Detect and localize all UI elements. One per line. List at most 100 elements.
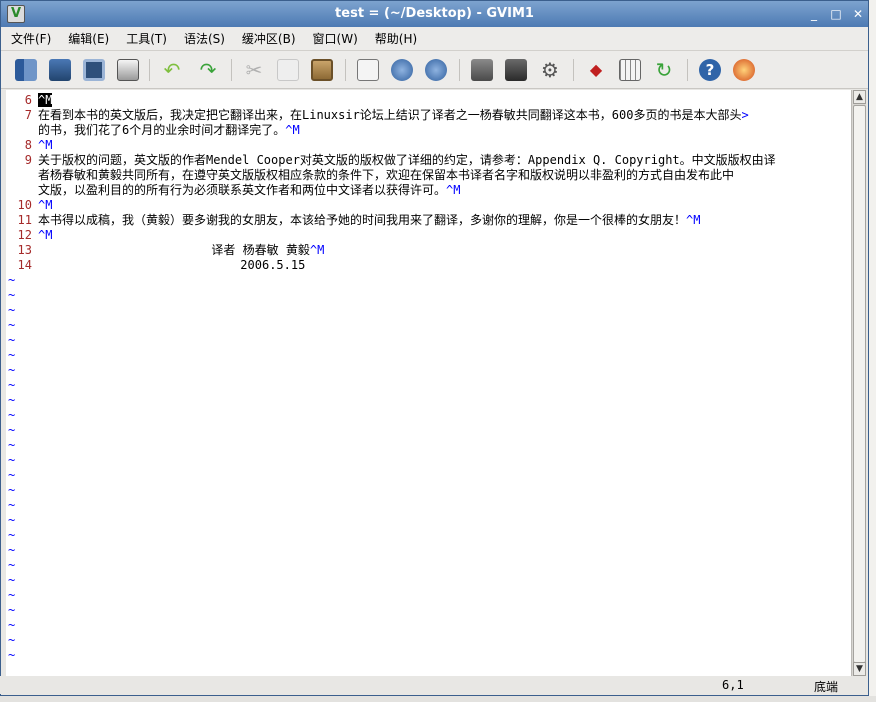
empty-line-tilde: ~: [8, 588, 16, 602]
editor-line[interactable]: 11 本书得以成稿，我（黄毅）要多谢我的女朋友，本该给予她的时间我用来了翻译，多谢…: [6, 213, 851, 228]
line-text: ^M: [38, 138, 52, 153]
control-char: ^M: [38, 198, 53, 212]
print-icon[interactable]: [117, 59, 139, 81]
line-text: 文版，以盈利目的的所有行为必须联系英文作者和两位中文译者以获得许可。^M: [38, 183, 460, 198]
empty-line-tilde: ~: [8, 468, 16, 482]
menu-edit[interactable]: 编辑(E): [68, 30, 109, 47]
empty-line-tilde: ~: [8, 423, 16, 437]
editor-line[interactable]: 6 ^M: [6, 93, 851, 108]
editor-line[interactable]: 10 ^M: [6, 198, 851, 213]
save-to-icon[interactable]: [49, 59, 71, 81]
open-icon[interactable]: [15, 59, 37, 81]
run-script-icon[interactable]: ⚙: [539, 59, 561, 81]
title-bar[interactable]: test = (~/Desktop) - GVIM1 _ □ ✕: [1, 1, 868, 27]
line-number: 7: [24, 108, 32, 122]
toolbar-separator: [149, 59, 150, 81]
line-text: 在看到本书的英文版后，我决定把它翻译出来，在Linuxsir论坛上结识了译者之一…: [38, 108, 749, 123]
line-text: 关于版权的问题，英文版的作者Mendel Cooper对英文版的版权做了详细的约…: [38, 153, 776, 168]
run-ctags-icon[interactable]: [619, 59, 641, 81]
save-icon[interactable]: [83, 59, 105, 81]
menu-file[interactable]: 文件(F): [11, 30, 51, 47]
line-text: ^M: [38, 198, 52, 213]
jump-tag-icon[interactable]: ↻: [653, 59, 675, 81]
scroll-thumb[interactable]: [853, 105, 866, 663]
menu-tools[interactable]: 工具(T): [126, 30, 167, 47]
save-session-icon[interactable]: [505, 59, 527, 81]
redo-icon[interactable]: ↷: [197, 59, 219, 81]
line-content: 的书，我们花了6个月的业余时间才翻译完了。: [38, 123, 286, 137]
line-content: 文版，以盈利目的的所有行为必须联系英文作者和两位中文译者以获得许可。: [38, 183, 447, 197]
find-next-icon[interactable]: [391, 59, 413, 81]
empty-line-tilde: ~: [8, 558, 16, 572]
control-char: ^M: [38, 93, 53, 107]
editor-line[interactable]: 14 2006.5.15: [6, 258, 851, 273]
window-title: test = (~/Desktop) - GVIM1: [335, 6, 534, 21]
toolbar-separator: [345, 59, 346, 81]
copy-icon[interactable]: [277, 59, 299, 81]
find-replace-icon[interactable]: [357, 59, 379, 81]
minimize-button[interactable]: _: [805, 5, 823, 23]
control-char: >: [741, 108, 749, 122]
toolbar-separator: [687, 59, 688, 81]
status-line: 6,1 底端: [0, 676, 867, 694]
line-content: 关于版权的问题，英文版的作者Mendel Cooper对英文版的版权做了详细的约…: [38, 153, 776, 167]
toolbar: ↶ ↷ ✂ ⚙ ◆ ↻ ?: [1, 51, 868, 89]
empty-line-tilde: ~: [8, 543, 16, 557]
find-help-icon[interactable]: [733, 59, 755, 81]
editor-line[interactable]: 9 关于版权的问题，英文版的作者Mendel Cooper对英文版的版权做了详细的…: [6, 153, 851, 168]
desktop-background: [869, 0, 876, 702]
vertical-scrollbar[interactable]: ▲ ▼: [851, 90, 866, 676]
cut-icon[interactable]: ✂: [243, 59, 265, 81]
empty-line-tilde: ~: [8, 438, 16, 452]
empty-line-tilde: ~: [8, 603, 16, 617]
empty-line-tilde: ~: [8, 513, 16, 527]
paste-icon[interactable]: [311, 59, 333, 81]
menu-window[interactable]: 窗口(W): [313, 30, 358, 47]
editor-line[interactable]: 7 在看到本书的英文版后，我决定把它翻译出来，在Linuxsir论坛上结识了译者之…: [6, 108, 851, 123]
menu-buffers[interactable]: 缓冲区(B): [242, 30, 296, 47]
empty-line-tilde: ~: [8, 363, 16, 377]
control-char: ^M: [309, 243, 325, 257]
desktop-background-bottom: [0, 696, 876, 702]
control-char: ^M: [285, 123, 300, 137]
control-char: ^M: [38, 228, 53, 242]
control-char: ^M: [38, 138, 53, 152]
empty-line-tilde: ~: [8, 273, 16, 287]
scroll-down-button[interactable]: ▼: [853, 662, 866, 676]
editor-line[interactable]: 8 ^M: [6, 138, 851, 153]
editor-line[interactable]: 13 译者 杨春敏 黄毅^M: [6, 243, 851, 258]
undo-icon[interactable]: ↶: [161, 59, 183, 81]
empty-line-tilde: ~: [8, 618, 16, 632]
empty-line-tilde: ~: [8, 348, 16, 362]
empty-line-tilde: ~: [8, 648, 16, 662]
empty-line-tilde: ~: [8, 498, 16, 512]
load-session-icon[interactable]: [471, 59, 493, 81]
editor-line[interactable]: 12 ^M: [6, 228, 851, 243]
line-number: 9: [24, 153, 32, 167]
line-text: ^M: [38, 228, 52, 243]
line-content: 2006.5.15: [38, 258, 306, 272]
editor-line[interactable]: 者杨春敏和黄毅共同所有，在遵守英文版版权相应条款的条件下，欢迎在保留本书译者名字…: [6, 168, 851, 183]
help-icon[interactable]: ?: [699, 59, 721, 81]
empty-line-tilde: ~: [8, 333, 16, 347]
line-number: 14: [17, 258, 32, 272]
line-text: 译者 杨春敏 黄毅^M: [38, 243, 324, 258]
make-icon[interactable]: ◆: [585, 59, 607, 81]
close-button[interactable]: ✕: [849, 5, 867, 23]
empty-line-tilde: ~: [8, 393, 16, 407]
empty-line-tilde: ~: [8, 288, 16, 302]
menu-help[interactable]: 帮助(H): [375, 30, 417, 47]
find-prev-icon[interactable]: [425, 59, 447, 81]
control-char: ^M: [686, 213, 701, 227]
editor-line[interactable]: 的书，我们花了6个月的业余时间才翻译完了。^M: [6, 123, 851, 138]
scroll-up-button[interactable]: ▲: [853, 90, 866, 104]
scroll-position: 底端: [814, 680, 839, 694]
line-number: 10: [17, 198, 32, 212]
editor-line[interactable]: 文版，以盈利目的的所有行为必须联系英文作者和两位中文译者以获得许可。^M: [6, 183, 851, 198]
text-editor-area[interactable]: 6 ^M 7 在看到本书的英文版后，我决定把它翻译出来，在Linuxsir论坛上结识了…: [6, 90, 851, 676]
empty-line-tilde: ~: [8, 303, 16, 317]
line-content: 译者 杨春敏 黄毅: [38, 243, 310, 257]
maximize-button[interactable]: □: [827, 5, 845, 23]
empty-line-tilde: ~: [8, 573, 16, 587]
menu-syntax[interactable]: 语法(S): [184, 30, 225, 47]
